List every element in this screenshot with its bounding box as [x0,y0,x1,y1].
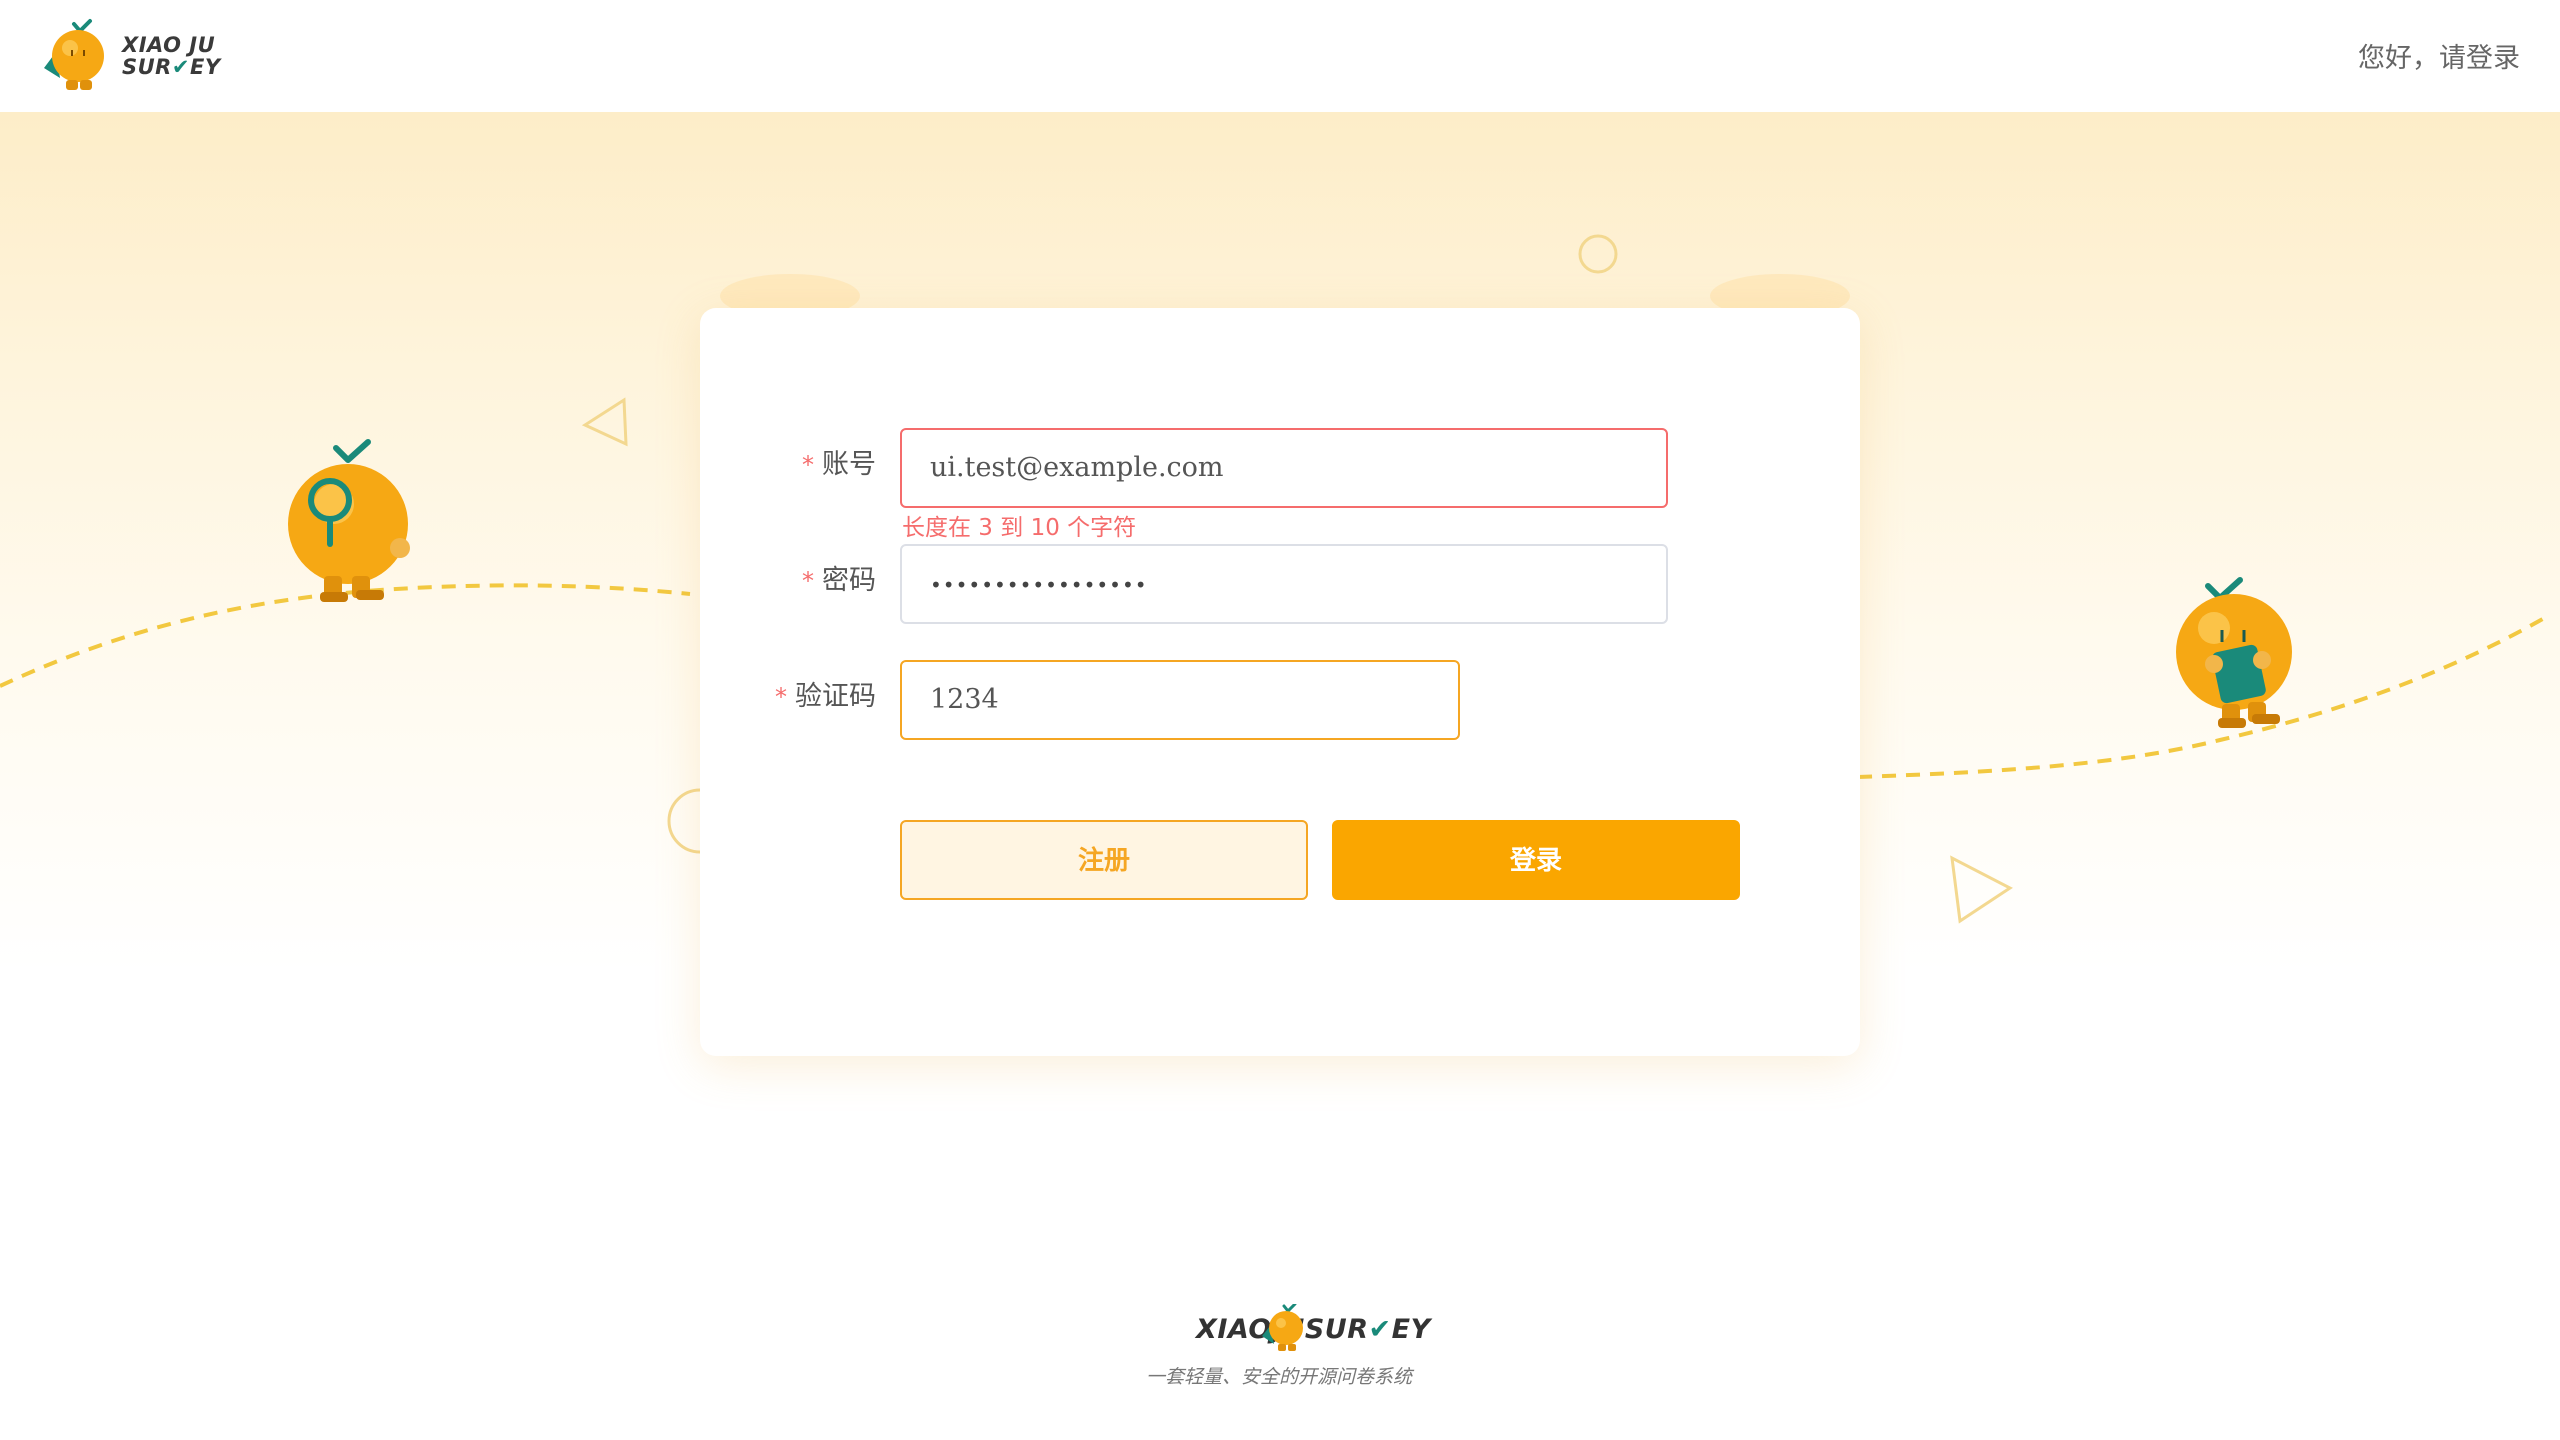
circle-deco-icon [667,788,701,854]
login-page: XIAO JU SUR✔EY 您好，请登录 * 账号 ui.test@exampl… [0,0,2560,1440]
logo-line-1: XIAO JU [122,33,216,57]
password-masked-value: ••••••••••••••••• [930,573,1148,597]
logo-check-icon: ✔ [171,55,190,79]
password-label-text: 密码 [822,565,876,596]
login-greeting-link[interactable]: 您好，请登录 [2358,36,2520,75]
required-mark: * [802,567,814,595]
password-input[interactable]: ••••••••••••••••• [900,544,1668,624]
logo-line-2: SUR✔EY [122,56,221,78]
account-input[interactable]: ui.test@example.com [900,428,1668,508]
book-mascot-icon [2176,577,2292,728]
register-button[interactable]: 注册 [900,820,1308,900]
footer-logo-icon [1262,1304,1303,1351]
captcha-label: * 验证码 [696,674,876,713]
captcha-input[interactable]: 1234 [900,660,1460,740]
logo-line-2-part-b: EY [189,55,221,79]
required-mark: * [802,451,814,479]
triangle-deco-icon [581,397,628,447]
account-label-text: 账号 [822,449,876,480]
orange-mascot-logo-icon [44,19,104,90]
login-button[interactable]: 登录 [1332,820,1740,900]
magnifier-mascot-icon [288,439,410,602]
top-header: XIAO JU SUR✔EY 您好，请登录 [0,0,2560,112]
triangle-deco-icon [1950,855,2013,924]
login-card: * 账号 ui.test@example.com 长度在 3 到 10 个字符 *… [700,308,1860,1056]
captcha-label-text: 验证码 [795,681,876,712]
account-label: * 账号 [696,442,876,481]
circle-deco-icon [1578,234,1618,274]
brand-logo[interactable]: XIAO JU SUR✔EY [38,18,238,96]
logo-wordmark: XIAO JU SUR✔EY [122,34,221,78]
account-error-message: 长度在 3 到 10 个字符 [902,515,1137,541]
logo-line-2-part-a: SUR [122,55,172,79]
password-label: * 密码 [696,558,876,597]
required-mark: * [775,683,787,711]
